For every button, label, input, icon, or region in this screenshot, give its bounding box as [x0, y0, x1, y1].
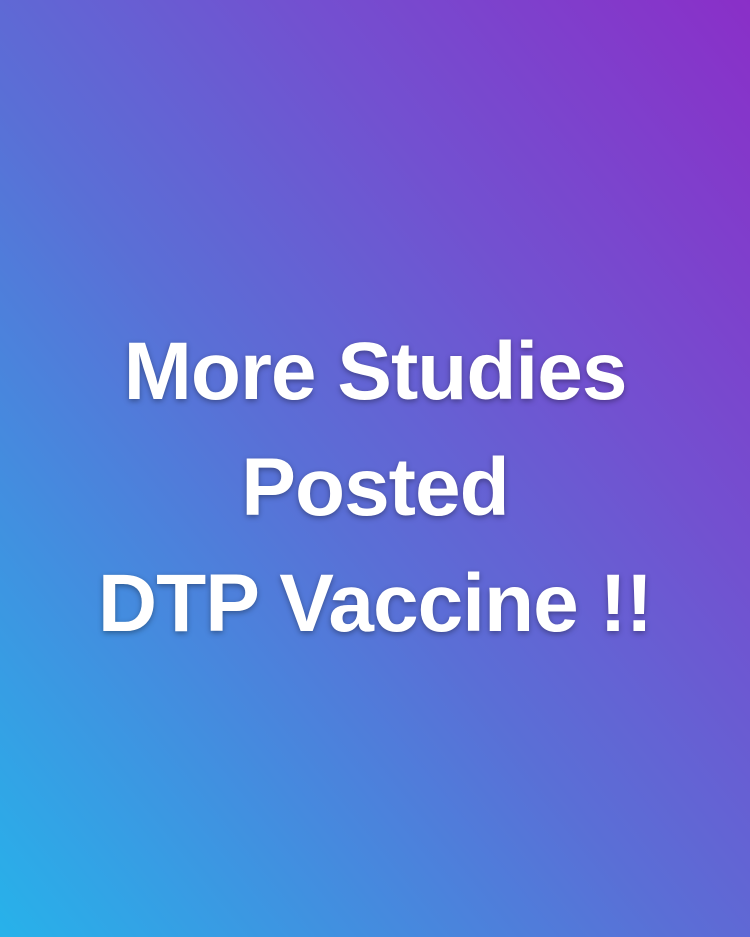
headline-line-3: DTP Vaccine !! [97, 557, 653, 649]
headline-line-1: More Studies [123, 325, 628, 417]
headline-line-2: Posted [241, 441, 509, 533]
gradient-background: More Studies Posted DTP Vaccine !! [0, 0, 750, 937]
headline-text: More Studies Posted DTP Vaccine !! [97, 314, 653, 662]
